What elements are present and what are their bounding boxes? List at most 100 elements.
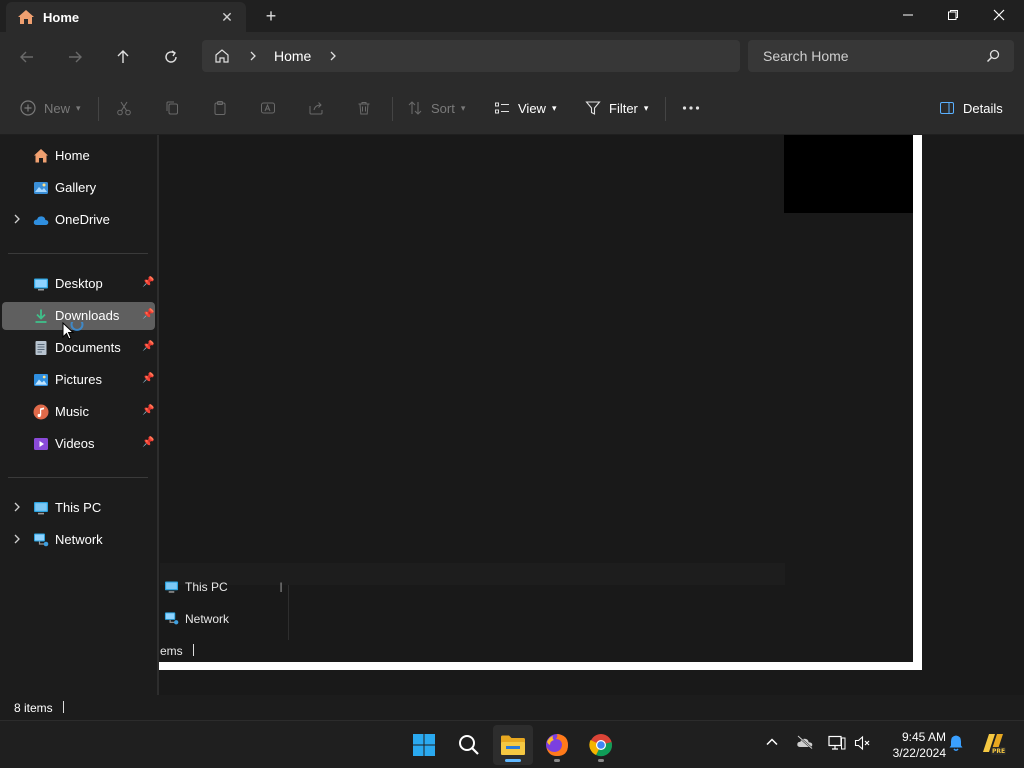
pin-icon: | bbox=[279, 581, 283, 593]
navigation-pane: Home Gallery OneDrive Desktop 📌 Download… bbox=[0, 135, 158, 695]
bell-icon bbox=[949, 735, 963, 751]
chevron-right-icon[interactable] bbox=[12, 213, 22, 225]
volume-tray-icon[interactable] bbox=[854, 735, 872, 756]
sidebar-divider bbox=[8, 477, 148, 478]
ghost-item-this-pc: This PC | bbox=[164, 580, 282, 594]
windows-logo-icon bbox=[413, 734, 435, 756]
tab-home[interactable]: Home ✕ bbox=[6, 2, 246, 32]
text-caret bbox=[62, 701, 64, 713]
sidebar-item-onedrive[interactable]: OneDrive bbox=[2, 206, 155, 234]
more-options-button[interactable] bbox=[682, 98, 700, 118]
chrome-icon bbox=[589, 734, 612, 757]
details-button[interactable]: Details bbox=[939, 98, 1003, 118]
navigation-bar: Home Search Home bbox=[0, 32, 1024, 80]
sidebar-item-gallery[interactable]: Gallery bbox=[2, 174, 155, 202]
rename-icon bbox=[261, 102, 275, 114]
address-bar[interactable]: Home bbox=[202, 40, 740, 72]
title-bar: Home ✕ + bbox=[0, 0, 1024, 32]
taskbar-search-button[interactable] bbox=[449, 725, 489, 765]
notifications-button[interactable] bbox=[948, 734, 964, 757]
sidebar-item-label: Home bbox=[55, 148, 90, 163]
new-tab-button[interactable]: + bbox=[260, 5, 282, 27]
sidebar-item-pictures[interactable]: Pictures 📌 bbox=[2, 366, 155, 394]
sidebar-item-home[interactable]: Home bbox=[2, 142, 155, 170]
rename-button[interactable] bbox=[260, 98, 276, 118]
clipboard-icon bbox=[214, 101, 226, 115]
sidebar-item-desktop[interactable]: Desktop 📌 bbox=[2, 270, 155, 298]
filter-button[interactable]: Filter ▾ bbox=[585, 98, 648, 118]
chevron-right-icon[interactable] bbox=[12, 533, 22, 545]
delete-button[interactable] bbox=[356, 98, 372, 118]
pin-icon[interactable]: 📌 bbox=[142, 341, 154, 352]
minimize-button[interactable] bbox=[885, 0, 931, 30]
chevron-right-icon[interactable] bbox=[328, 48, 338, 69]
pin-icon[interactable]: 📌 bbox=[142, 437, 154, 448]
details-label: Details bbox=[963, 100, 1003, 116]
toolbar-divider bbox=[392, 97, 393, 121]
copy-icon bbox=[166, 101, 178, 115]
view-button[interactable]: View ▾ bbox=[494, 98, 556, 118]
documents-icon bbox=[35, 341, 47, 355]
taskbar-chrome[interactable] bbox=[581, 725, 621, 765]
copy-button[interactable] bbox=[164, 98, 180, 118]
pin-icon[interactable]: 📌 bbox=[142, 309, 154, 320]
onedrive-tray-icon[interactable] bbox=[796, 735, 814, 754]
view-icon bbox=[495, 102, 509, 114]
sort-button[interactable]: Sort ▾ bbox=[407, 98, 465, 118]
refresh-icon bbox=[165, 50, 177, 63]
arrow-left-icon bbox=[20, 51, 33, 63]
breadcrumb-home[interactable]: Home bbox=[274, 48, 311, 64]
arrow-up-icon bbox=[117, 50, 129, 63]
clock-date: 3/22/2024 bbox=[892, 746, 946, 760]
back-button[interactable] bbox=[14, 44, 40, 70]
show-hidden-icons-button[interactable] bbox=[765, 735, 779, 754]
tab-close-button[interactable]: ✕ bbox=[218, 8, 236, 26]
pin-icon[interactable]: 📌 bbox=[142, 405, 154, 416]
taskbar-file-explorer[interactable] bbox=[493, 725, 533, 765]
this-pc-icon bbox=[165, 580, 178, 593]
share-icon bbox=[309, 102, 323, 115]
new-button[interactable]: New ▾ bbox=[20, 98, 81, 118]
share-button[interactable] bbox=[308, 98, 324, 118]
restore-button[interactable] bbox=[930, 0, 976, 30]
sidebar-item-videos[interactable]: Videos 📌 bbox=[2, 430, 155, 458]
sidebar-item-network[interactable]: Network bbox=[2, 526, 155, 554]
system-clock[interactable]: 9:45 AM 3/22/2024 bbox=[880, 729, 946, 761]
refresh-button[interactable] bbox=[158, 44, 184, 70]
pictures-icon bbox=[34, 374, 48, 386]
start-button[interactable] bbox=[404, 725, 444, 765]
chevron-right-icon[interactable] bbox=[12, 501, 22, 513]
sort-label: Sort bbox=[431, 100, 455, 116]
sidebar-item-label: Desktop bbox=[55, 276, 103, 291]
view-label: View bbox=[518, 100, 546, 116]
toolbar-divider bbox=[665, 97, 666, 121]
search-icon[interactable] bbox=[986, 49, 1000, 68]
sort-icon bbox=[408, 101, 422, 115]
close-window-button[interactable] bbox=[976, 0, 1022, 30]
cloud-offline-icon bbox=[797, 735, 813, 750]
pin-icon[interactable]: 📌 bbox=[142, 373, 154, 384]
pin-icon[interactable]: 📌 bbox=[142, 277, 154, 288]
sidebar-item-music[interactable]: Music 📌 bbox=[2, 398, 155, 426]
sidebar-item-this-pc[interactable]: This PC bbox=[2, 494, 155, 522]
filter-icon bbox=[585, 101, 601, 115]
chevron-right-icon[interactable] bbox=[248, 48, 258, 69]
search-box[interactable]: Search Home bbox=[748, 40, 1014, 72]
ghost-item-label: Network bbox=[185, 611, 230, 626]
paste-button[interactable] bbox=[212, 98, 228, 118]
cut-button[interactable] bbox=[116, 98, 132, 118]
taskbar-firefox[interactable] bbox=[537, 725, 577, 765]
filter-label: Filter bbox=[609, 100, 638, 116]
breadcrumb-home-icon[interactable] bbox=[214, 48, 230, 69]
tab-title: Home bbox=[43, 10, 80, 25]
active-indicator bbox=[505, 759, 521, 762]
plus-circle-icon bbox=[20, 100, 36, 116]
up-button[interactable] bbox=[110, 44, 136, 70]
copilot-preview-icon[interactable]: PRE bbox=[979, 730, 1007, 763]
chevron-down-icon: ▾ bbox=[76, 102, 81, 113]
network-tray-icon[interactable] bbox=[828, 735, 846, 756]
chevron-down-icon: ▾ bbox=[460, 102, 466, 113]
this-pc-icon bbox=[34, 502, 48, 515]
sidebar-item-label: Pictures bbox=[55, 372, 102, 387]
forward-button[interactable] bbox=[62, 44, 88, 70]
